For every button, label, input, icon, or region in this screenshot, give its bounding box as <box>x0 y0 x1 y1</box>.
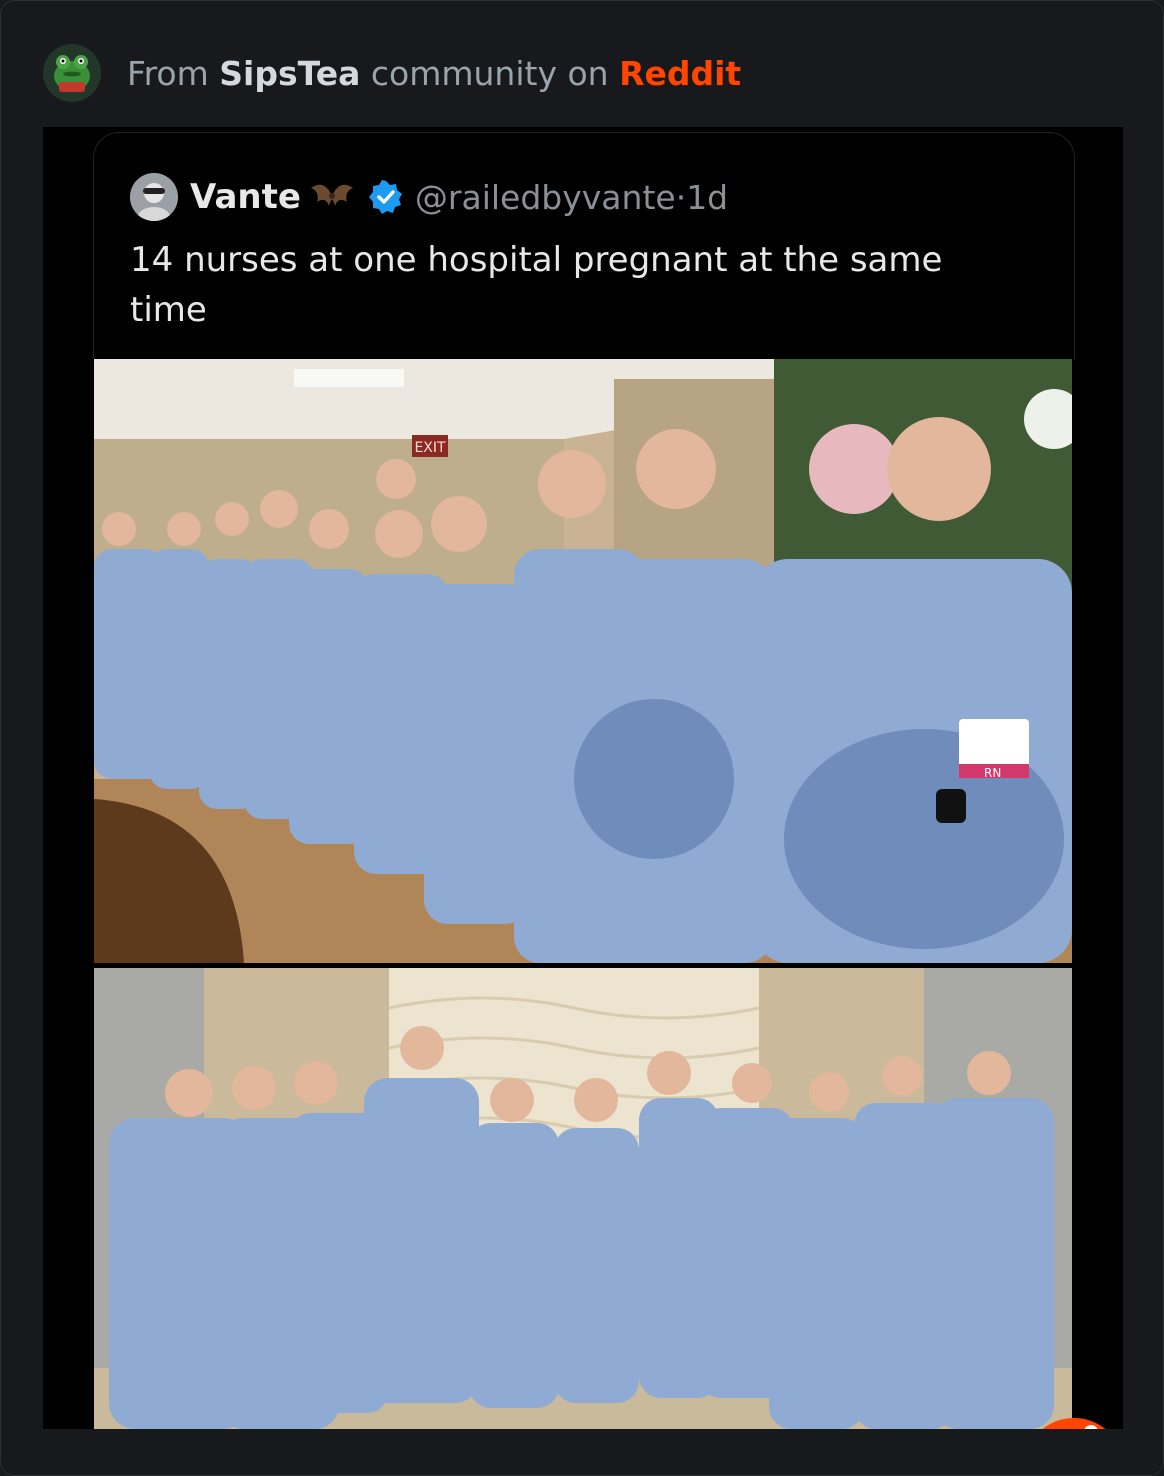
tweet-card: Vante @railedbyvante·1d 14 nurses at one… <box>93 132 1075 359</box>
post-card: From SipsTea community on Reddit Vante @… <box>0 0 1164 1476</box>
frog-avatar-icon[interactable] <box>43 44 101 102</box>
bottom-photo[interactable] <box>94 968 1072 1429</box>
verified-badge-icon <box>368 180 403 214</box>
bat-icon <box>309 174 355 220</box>
tweet-header: Vante @railedbyvante·1d <box>130 173 728 221</box>
source-text: From SipsTea community on Reddit <box>127 54 741 93</box>
reddit-snoo-icon <box>1023 1414 1123 1429</box>
source-middle: community on <box>370 53 609 93</box>
tweet-text: 14 nurses at one hospital pregnant at th… <box>130 240 943 330</box>
source-prefix: From <box>127 53 209 93</box>
tweet-author-name[interactable]: Vante <box>190 177 301 217</box>
top-photo[interactable]: EXIT RN <box>94 359 1072 963</box>
tweet-avatar[interactable] <box>130 173 178 221</box>
platform-link[interactable]: Reddit <box>619 54 741 93</box>
community-link[interactable]: SipsTea <box>219 54 360 93</box>
post-media[interactable]: Vante @railedbyvante·1d 14 nurses at one… <box>43 127 1123 1429</box>
exit-sign: EXIT <box>414 440 446 456</box>
tweet-handle[interactable]: @railedbyvante·1d <box>415 178 728 217</box>
source-header: From SipsTea community on Reddit <box>43 43 741 103</box>
rn-badge: RN <box>984 766 1001 780</box>
